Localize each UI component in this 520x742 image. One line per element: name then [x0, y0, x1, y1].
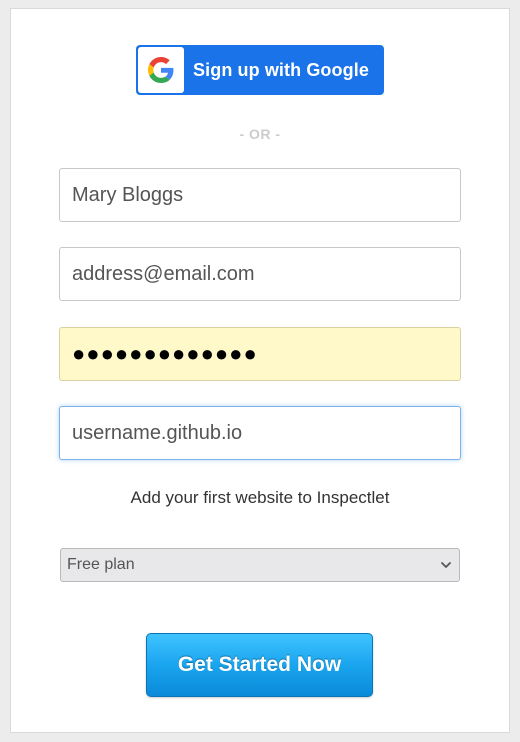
website-field[interactable] — [59, 406, 461, 460]
chevron-down-icon — [439, 558, 453, 572]
password-field[interactable] — [59, 327, 461, 381]
google-signup-button[interactable]: Sign up with Google — [136, 45, 384, 95]
website-helper-text: Add your first website to Inspectlet — [130, 488, 390, 507]
or-divider: - OR - — [239, 126, 281, 142]
plan-select-value: Free plan — [67, 556, 135, 573]
plan-select[interactable]: Free plan — [60, 548, 460, 582]
google-logo-icon — [138, 47, 184, 93]
get-started-button[interactable]: Get Started Now — [146, 633, 373, 697]
google-signup-label: Sign up with Google — [193, 59, 369, 80]
name-field[interactable] — [59, 168, 461, 222]
email-field[interactable] — [59, 247, 461, 301]
